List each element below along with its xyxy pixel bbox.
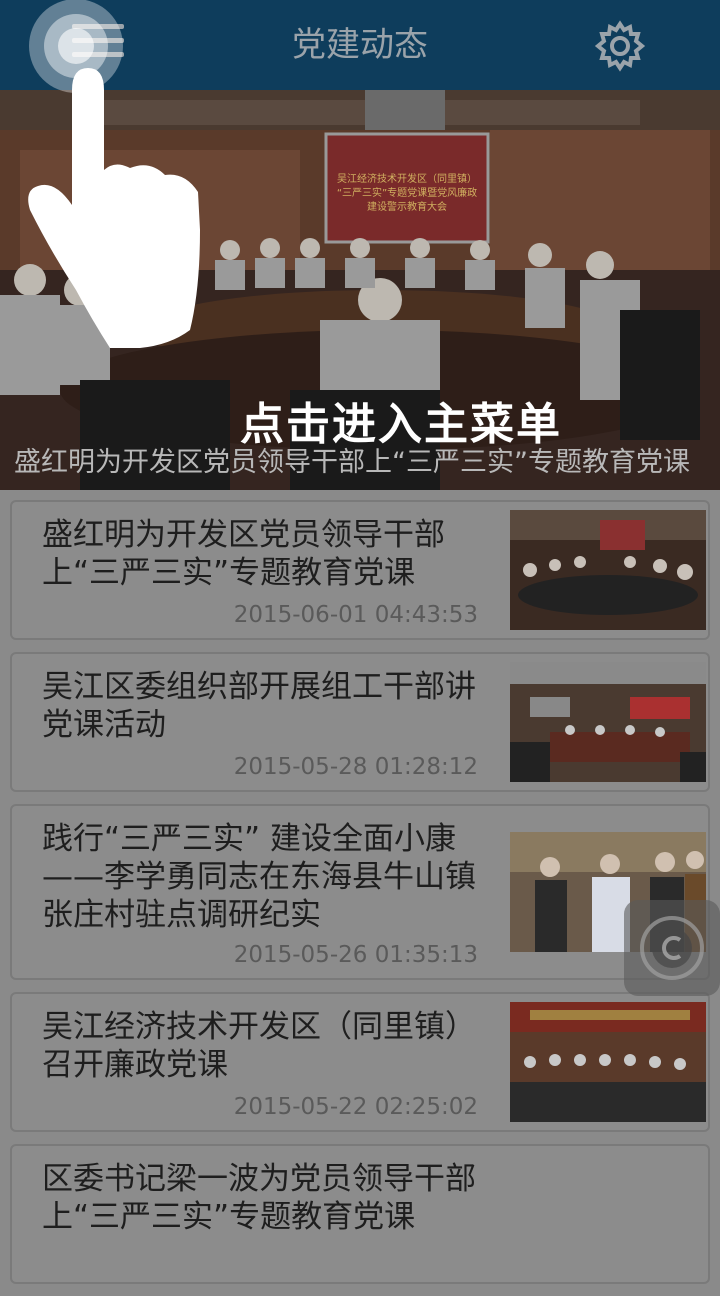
floating-assistant-button[interactable] (624, 900, 720, 996)
news-thumbnail (510, 510, 706, 630)
news-item[interactable]: 盛红明为开发区党员领导干部上“三严三实”专题教育党课 2015-06-01 04… (10, 500, 710, 640)
news-title: 区委书记梁一波为党员领导干部上“三严三实”专题教育党课 (42, 1161, 476, 1235)
news-title: 吴江经济技术开发区（同里镇）召开廉政党课 (42, 1009, 476, 1083)
svg-text:吴江经济技术开发区（同里镇）: 吴江经济技术开发区（同里镇） (337, 172, 477, 185)
news-date: 2015-05-28 01:28:12 (233, 754, 478, 780)
hero-banner[interactable]: 吴江经济技术开发区（同里镇） “三严三实”专题党课暨党风廉政 建设警示教育大会 (0, 90, 720, 490)
news-date: 2015-06-01 04:43:53 (233, 602, 478, 628)
news-item[interactable]: 区委书记梁一波为党员领导干部上“三严三实”专题教育党课 (10, 1144, 710, 1284)
news-list: 盛红明为开发区党员领导干部上“三严三实”专题教育党课 2015-06-01 04… (10, 500, 710, 1296)
news-title: 践行“三严三实” 建设全面小康——李学勇同志在东海县牛山镇张庄村驻点调研纪实 (42, 821, 476, 933)
gear-icon[interactable] (594, 20, 646, 72)
news-date: 2015-05-26 01:35:13 (233, 942, 478, 968)
news-item[interactable]: 践行“三严三实” 建设全面小康——李学勇同志在东海县牛山镇张庄村驻点调研纪实 2… (10, 804, 710, 980)
svg-text:“三严三实”专题党课暨党风廉政: “三严三实”专题党课暨党风廉政 (337, 186, 477, 199)
svg-text:建设警示教育大会: 建设警示教育大会 (367, 200, 447, 213)
news-thumbnail (510, 662, 706, 782)
enter-main-menu-hint: 点击进入主菜单 (240, 399, 562, 450)
news-thumbnail (510, 1002, 706, 1122)
news-title: 吴江区委组织部开展组工干部讲党课活动 (42, 669, 476, 743)
floating-assistant-icon (640, 916, 704, 980)
news-item[interactable]: 吴江区委组织部开展组工干部讲党课活动 2015-05-28 01:28:12 (10, 652, 710, 792)
news-date: 2015-05-22 02:25:02 (233, 1094, 478, 1120)
top-app-bar: 党建动态 (0, 0, 720, 90)
news-title: 盛红明为开发区党员领导干部上“三严三实”专题教育党课 (42, 517, 445, 591)
news-item[interactable]: 吴江经济技术开发区（同里镇）召开廉政党课 2015-05-22 02:25:02 (10, 992, 710, 1132)
